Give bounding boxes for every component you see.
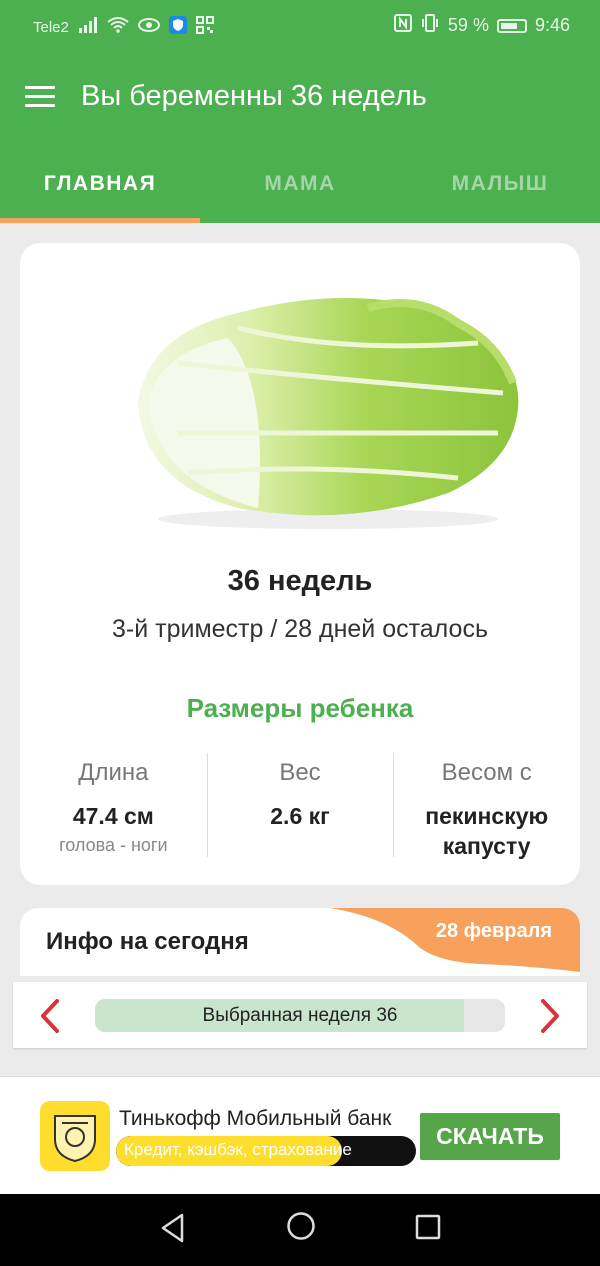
stat-comparison-line2: капусту bbox=[442, 833, 531, 859]
qr-app-icon bbox=[195, 16, 214, 38]
ad-subtitle: Кредит, кэшбэк, страхование bbox=[124, 1140, 352, 1159]
stat-length: Длина 47.4 см голова - ноги bbox=[20, 751, 207, 861]
baby-stats: Длина 47.4 см голова - ноги Вес 2.6 кг В… bbox=[20, 751, 580, 861]
status-bar: Tele2 59 % 9:46 bbox=[0, 0, 600, 52]
stat-weight-label: Вес bbox=[279, 759, 321, 786]
shield-app-icon bbox=[168, 16, 187, 38]
stat-length-sub: голова - ноги bbox=[59, 835, 168, 855]
battery-icon bbox=[496, 18, 527, 33]
app-toolbar: Вы беременны 36 недель bbox=[0, 52, 600, 148]
recent-apps-icon[interactable] bbox=[415, 1214, 441, 1240]
menu-icon[interactable] bbox=[25, 86, 55, 108]
prev-week-icon[interactable] bbox=[35, 998, 65, 1034]
system-nav-bar bbox=[0, 1194, 600, 1266]
wifi-icon bbox=[107, 17, 129, 37]
stat-weight-value: 2.6 кг bbox=[270, 803, 330, 829]
tab-baby[interactable]: МАЛЫШ bbox=[400, 148, 600, 223]
toolbar-title: Вы беременны 36 недель bbox=[81, 80, 427, 112]
back-icon[interactable] bbox=[158, 1212, 188, 1244]
status-left: Tele2 bbox=[33, 16, 214, 38]
clock: 9:46 bbox=[534, 15, 570, 35]
signal-icon bbox=[78, 17, 98, 37]
week-title: 36 недель bbox=[227, 565, 373, 597]
download-button[interactable]: СКАЧАТЬ bbox=[420, 1113, 560, 1160]
stat-comparison-value: пекинскую капусту bbox=[393, 801, 580, 861]
carrier-label: Tele2 bbox=[33, 18, 69, 36]
week-selector: Выбранная неделя 36 bbox=[13, 982, 587, 1048]
tab-bar: ГЛАВНАЯ МАМА МАЛЫШ bbox=[0, 148, 600, 223]
stat-comparison-label: Весом с bbox=[441, 759, 532, 786]
tab-main[interactable]: ГЛАВНАЯ bbox=[0, 148, 200, 223]
ad-banner[interactable]: Тинькофф Мобильный банк Кредит, кэшбэк, … bbox=[0, 1076, 600, 1195]
cabbage-image bbox=[138, 298, 519, 529]
status-right: 59 % 9:46 bbox=[393, 14, 570, 37]
bank-logo-icon bbox=[40, 1101, 110, 1171]
battery-percent: 59 % bbox=[447, 15, 489, 35]
trimester-text: 3-й триместр / 28 дней осталось bbox=[112, 615, 488, 643]
week-progress-bar[interactable]: Выбранная неделя 36 bbox=[95, 999, 505, 1032]
week-card: 36 недель 3-й триместр / 28 дней осталос… bbox=[20, 243, 580, 885]
eye-icon bbox=[137, 17, 160, 37]
nfc-icon bbox=[393, 14, 412, 37]
stat-comparison-line1: пекинскую bbox=[425, 803, 549, 829]
baby-sizes-title: Размеры ребенка bbox=[186, 693, 414, 723]
tab-mom[interactable]: МАМА bbox=[200, 148, 400, 223]
selected-week-label: Выбранная неделя 36 bbox=[202, 1005, 398, 1026]
stat-comparison: Весом с пекинскую капусту bbox=[393, 751, 580, 861]
ad-title: Тинькофф Мобильный банк bbox=[119, 1107, 392, 1130]
info-today-card[interactable]: Инфо на сегодня 28 февраля bbox=[20, 908, 580, 976]
vibrate-icon bbox=[420, 14, 440, 37]
stat-length-label: Длина bbox=[78, 759, 149, 786]
ad-subtitle-pill: Кредит, кэшбэк, страхование bbox=[116, 1136, 416, 1166]
next-week-icon[interactable] bbox=[535, 998, 565, 1034]
stat-length-value: 47.4 см bbox=[72, 803, 154, 829]
info-title: Инфо на сегодня bbox=[46, 928, 249, 955]
home-icon[interactable] bbox=[285, 1210, 317, 1242]
info-date: 28 февраля bbox=[435, 920, 552, 942]
stat-weight: Вес 2.6 кг bbox=[206, 751, 394, 861]
